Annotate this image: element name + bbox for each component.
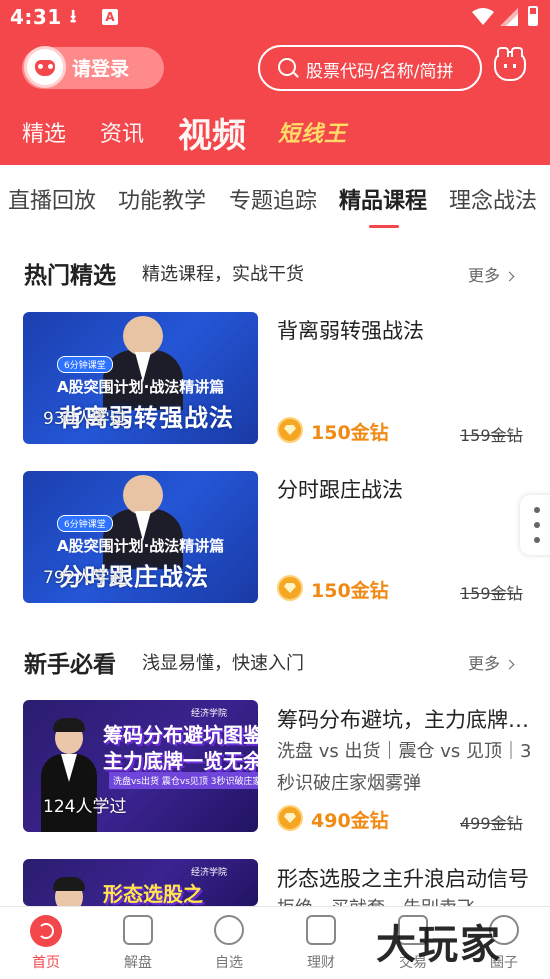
more-label: 更多: [468, 654, 501, 673]
thumb-badge: 6分钟课堂: [57, 515, 113, 532]
course-thumbnail[interactable]: 经济学院 形态选股之: [23, 859, 258, 906]
gold-diamond-icon: [277, 805, 303, 831]
thumb-badge: 6分钟课堂: [57, 356, 113, 373]
signal-icon: [500, 8, 518, 26]
more-link-hot[interactable]: 更多: [468, 262, 515, 286]
course-title[interactable]: 背离弱转强战法: [277, 315, 529, 345]
category-tab-jingpin[interactable]: 精品课程: [339, 183, 427, 215]
section-title-newbie: 新手必看: [24, 652, 116, 678]
course-description: 拒绝一买就套，告别卖飞: [277, 893, 535, 906]
learner-count: 124人学过: [43, 797, 127, 817]
category-tab-zhuanti[interactable]: 专题追踪: [229, 183, 317, 215]
thumb-subtitle: A股突围计划·战法精讲篇: [57, 378, 225, 396]
chevron-right-icon: [504, 659, 515, 670]
learner-count: 792人学过: [43, 568, 127, 588]
add-circle-icon: [214, 915, 244, 945]
watermark-logo: 大玩家: [376, 922, 502, 968]
nav-jiepan[interactable]: 解盘: [92, 907, 184, 979]
course-title[interactable]: 筹码分布避坑，主力底牌一览无余: [277, 704, 529, 734]
course-price: 150金钻: [311, 580, 389, 602]
thumb-title: 筹码分布避坑图鉴 主力底牌一览无余: [103, 722, 258, 774]
download-icon: ⭳: [70, 6, 77, 27]
more-label: 更多: [468, 266, 501, 285]
course-title[interactable]: 分时跟庄战法: [277, 474, 529, 504]
section-subtitle-newbie: 浅显易懂，快速入门: [142, 653, 304, 674]
original-price: 159金钻: [460, 426, 523, 445]
more-link-newbie[interactable]: 更多: [468, 650, 515, 674]
section-title-hot: 热门精选: [24, 263, 116, 289]
mascot-avatar-icon[interactable]: [24, 46, 66, 88]
tab-shipin[interactable]: 视频: [178, 108, 246, 157]
tab-duanxianwang[interactable]: 短线王: [278, 116, 347, 148]
thumb-tag: 洗盘vs出货 震仓vs见顶 3秒识破庄家烟雾弹: [109, 772, 258, 789]
course-price: 150金钻: [311, 422, 389, 444]
original-price: 499金钻: [460, 814, 523, 833]
search-box[interactable]: 股票代码/名称/简拼: [258, 45, 482, 91]
status-bar: 4:31 ⭳ A: [0, 0, 550, 36]
nav-licai[interactable]: 理财: [275, 907, 367, 979]
wifi-icon: [472, 8, 494, 25]
robot-mascot-icon[interactable]: [494, 47, 526, 81]
course-thumbnail[interactable]: 6分钟课堂 A股突围计划·战法精讲篇 背离弱转强战法 930人学过: [23, 312, 258, 444]
status-time: 4:31: [10, 5, 62, 29]
gold-diamond-icon: [277, 417, 303, 443]
thumb-subtitle: A股突围计划·战法精讲篇: [57, 537, 225, 555]
app-notification-icon: A: [102, 9, 118, 25]
active-tab-indicator: [369, 225, 399, 228]
nav-label: 理财: [307, 955, 335, 971]
search-icon: [278, 58, 296, 76]
course-thumbnail[interactable]: 6分钟课堂 A股突围计划·战法精讲篇 分时跟庄战法 792人学过: [23, 471, 258, 603]
home-refresh-icon: [30, 915, 62, 947]
more-options-handle[interactable]: [520, 495, 550, 555]
course-thumbnail[interactable]: 经济学院 筹码分布避坑图鉴 主力底牌一览无余 洗盘vs出货 震仓vs见顶 3秒识破…: [23, 700, 258, 832]
category-tab-linian[interactable]: 理念战法: [449, 183, 537, 215]
category-tab-gongneng[interactable]: 功能教学: [118, 183, 206, 215]
nav-zixuan[interactable]: 自选: [183, 907, 275, 979]
tab-jingxuan[interactable]: 精选: [22, 116, 66, 148]
section-subtitle-hot: 精选课程，实战干货: [142, 264, 304, 285]
chevron-right-icon: [504, 271, 515, 282]
nav-label: 解盘: [124, 955, 152, 971]
course-price: 490金钻: [311, 810, 389, 832]
nav-label: 首页: [32, 955, 60, 971]
course-description: 洗盘 vs 出货｜震仓 vs 见顶｜3秒识破庄家烟雾弹: [277, 741, 532, 794]
nav-home[interactable]: 首页: [0, 907, 92, 979]
category-tab-zhibo[interactable]: 直播回放: [8, 183, 96, 215]
top-header: 4:31 ⭳ A 请登录 股票代码/名称/简拼 精选 资讯 视频 短线王: [0, 0, 550, 165]
login-label[interactable]: 请登录: [72, 54, 129, 81]
course-title[interactable]: 形态选股之主升浪启动信号: [277, 863, 529, 893]
battery-icon: [528, 6, 538, 26]
nav-label: 自选: [215, 955, 243, 971]
thumb-logo: 经济学院: [191, 709, 228, 719]
thumb-title-line1: 筹码分布避坑图鉴: [103, 723, 258, 747]
thumb-logo: 经济学院: [191, 868, 228, 878]
tab-zixun[interactable]: 资讯: [100, 116, 144, 148]
thumb-title: 形态选股之: [103, 882, 203, 906]
search-placeholder: 股票代码/名称/简拼: [306, 62, 454, 82]
original-price: 159金钻: [460, 584, 523, 603]
gold-diamond-icon: [277, 575, 303, 601]
chart-icon: [123, 915, 153, 945]
yuan-icon: [306, 915, 336, 945]
thumb-title-line2: 主力底牌一览无余: [103, 749, 258, 773]
learner-count: 930人学过: [43, 409, 127, 429]
